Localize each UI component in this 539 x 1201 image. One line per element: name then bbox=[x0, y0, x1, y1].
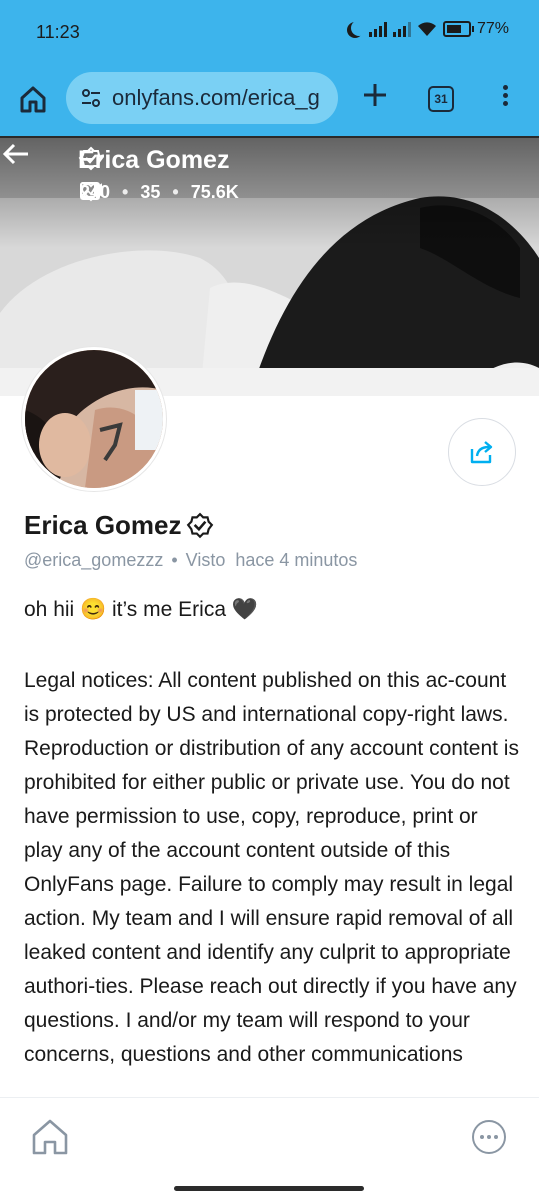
profile-name-text: Erica Gomez bbox=[24, 510, 182, 540]
do-not-disturb-icon bbox=[351, 20, 367, 36]
handle-row: @erica_gomezzz • Visto hace 4 minutos bbox=[24, 550, 357, 571]
legal-notice-text: Legal notices: All content published on … bbox=[24, 669, 519, 1066]
wifi-icon bbox=[417, 22, 436, 36]
verified-icon bbox=[78, 146, 104, 171]
home-icon[interactable] bbox=[30, 1118, 70, 1156]
battery-icon bbox=[442, 21, 474, 37]
share-button[interactable] bbox=[448, 418, 516, 486]
stats-separator: • bbox=[122, 182, 129, 202]
address-bar[interactable]: onlyfans.com/erica_g bbox=[66, 72, 338, 124]
home-icon[interactable] bbox=[18, 84, 48, 114]
likes-count: 75.6K bbox=[190, 182, 239, 202]
battery-level: 77% bbox=[476, 20, 509, 37]
browser-menu-icon[interactable] bbox=[500, 82, 510, 112]
new-tab-icon[interactable] bbox=[360, 80, 390, 110]
avatar[interactable] bbox=[22, 347, 166, 491]
more-options-icon[interactable] bbox=[472, 1120, 506, 1154]
avatar-image bbox=[25, 350, 163, 488]
back-arrow-icon[interactable] bbox=[0, 138, 32, 170]
signal-icon-2 bbox=[392, 21, 411, 37]
status-bar: 11:23 77% bbox=[0, 0, 539, 66]
browser-toolbar: onlyfans.com/erica_g 31 bbox=[0, 66, 539, 138]
video-count: 35 bbox=[140, 182, 161, 202]
cover-title: Erica Gomez bbox=[78, 146, 229, 175]
tab-switcher-button[interactable]: 31 bbox=[428, 86, 454, 112]
status-time: 11:23 bbox=[36, 22, 80, 42]
profile-name: Erica Gomez bbox=[24, 510, 214, 541]
bio-text: oh hii 😊 it’s me Erica 🖤 bbox=[24, 598, 258, 621]
handle-separator: • bbox=[171, 550, 178, 570]
cover-stats: 240 • 35 • 75.6K bbox=[80, 182, 239, 203]
last-seen: Visto hace 4 minutos bbox=[185, 550, 358, 570]
site-settings-icon[interactable] bbox=[80, 87, 102, 109]
share-icon bbox=[470, 441, 493, 464]
profile-handle: @erica_gomezzz bbox=[24, 550, 164, 570]
verified-icon bbox=[186, 512, 213, 538]
heart-icon bbox=[81, 183, 101, 202]
stats-separator-2: • bbox=[172, 182, 179, 202]
url-text: onlyfans.com/erica_g bbox=[112, 85, 320, 110]
status-icons: 77% bbox=[347, 20, 509, 38]
signal-icon bbox=[368, 21, 387, 37]
gesture-bar[interactable] bbox=[174, 1186, 364, 1191]
